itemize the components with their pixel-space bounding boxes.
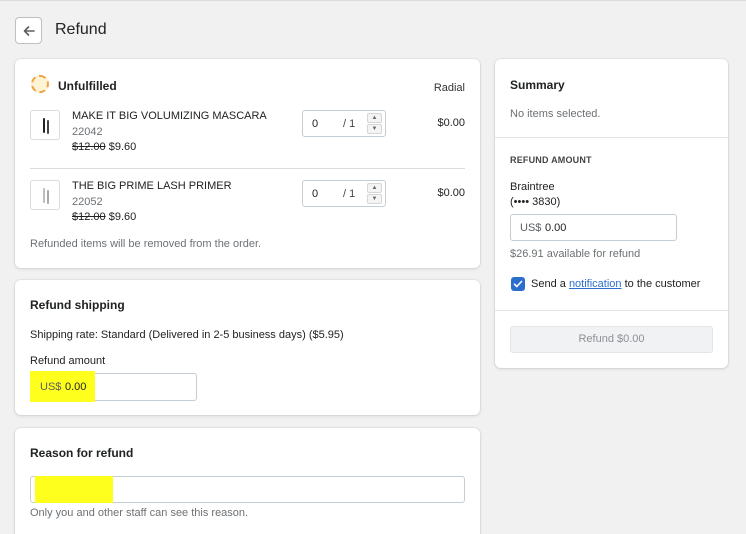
- product-thumbnail: [30, 180, 60, 210]
- shipping-refund-value[interactable]: 0.00: [65, 381, 86, 393]
- shipping-rate: Shipping rate: Standard (Delivered in 2-…: [30, 329, 344, 341]
- item-price: $12.00 $9.60: [72, 211, 136, 223]
- reason-title: Reason for refund: [30, 446, 134, 460]
- shipping-title: Refund shipping: [30, 298, 125, 312]
- notify-checkbox[interactable]: [511, 277, 525, 291]
- currency-prefix: US$: [520, 222, 542, 234]
- payment-gateway: Braintree: [510, 181, 555, 193]
- divider: [495, 310, 728, 311]
- reason-input[interactable]: [30, 476, 465, 503]
- unfulfilled-status-icon: [31, 75, 49, 93]
- currency-prefix: US$: [40, 381, 62, 393]
- notify-prefix: Send a: [531, 278, 566, 290]
- product-thumbnail: [30, 110, 60, 140]
- notify-label: Send a notification to the customer: [531, 278, 700, 290]
- highlight-mark: [35, 476, 113, 503]
- decrement-icon[interactable]: ▼: [367, 124, 382, 134]
- original-price: $12.00: [72, 211, 106, 223]
- sale-price: $9.60: [108, 211, 137, 223]
- divider: [495, 137, 728, 138]
- location-label: Radial: [433, 82, 465, 94]
- item-sku: 22052: [72, 196, 103, 208]
- summary-empty-text: No items selected.: [510, 108, 601, 120]
- line-item: THE BIG PRIME LASH PRIMER 22052 $12.00 $…: [30, 180, 465, 240]
- refund-amount-value[interactable]: 0.00: [545, 222, 566, 234]
- reason-card: Reason for refund Only you and other sta…: [15, 428, 480, 534]
- reason-note: Only you and other staff can see this re…: [30, 507, 249, 519]
- original-price: $12.00: [72, 141, 106, 153]
- checkmark-icon: [513, 280, 523, 288]
- decrement-icon[interactable]: ▼: [367, 194, 382, 204]
- summary-title: Summary: [510, 78, 565, 92]
- item-name[interactable]: THE BIG PRIME LASH PRIMER: [72, 180, 232, 192]
- increment-icon[interactable]: ▲: [367, 183, 382, 193]
- increment-icon[interactable]: ▲: [367, 113, 382, 123]
- quantity-value[interactable]: 0: [312, 118, 318, 130]
- refund-button[interactable]: Refund $0.00: [510, 326, 713, 353]
- item-sku: 22042: [72, 126, 103, 138]
- refund-shipping-card: Refund shipping Shipping rate: Standard …: [15, 280, 480, 415]
- page-title: Refund: [55, 21, 107, 38]
- quantity-max: / 1: [343, 188, 356, 200]
- line-item: MAKE IT BIG VOLUMIZING MASCARA 22042 $12…: [30, 110, 465, 170]
- item-price: $12.00 $9.60: [72, 141, 136, 153]
- refund-amount-label: Refund amount: [30, 355, 106, 367]
- available-for-refund: $26.91 available for refund: [510, 248, 641, 260]
- unfulfilled-title: Unfulfilled: [58, 79, 117, 93]
- item-refund-total: $0.00: [437, 117, 465, 129]
- refund-amount-input[interactable]: US$ 0.00: [510, 214, 677, 241]
- item-refund-total: $0.00: [437, 187, 465, 199]
- card-number: (•••• 3830): [510, 196, 561, 208]
- summary-card: Summary No items selected. REFUND AMOUNT…: [495, 59, 728, 368]
- unfulfilled-note: Refunded items will be removed from the …: [30, 238, 262, 250]
- back-button[interactable]: [15, 17, 42, 44]
- refund-amount-heading: REFUND AMOUNT: [510, 155, 592, 165]
- quantity-value[interactable]: 0: [312, 188, 318, 200]
- sale-price: $9.60: [108, 141, 137, 153]
- notification-link[interactable]: notification: [569, 278, 622, 290]
- shipping-refund-input[interactable]: US$ 0.00: [30, 371, 197, 402]
- unfulfilled-card: Unfulfilled Radial MAKE IT BIG VOLUMIZIN…: [15, 59, 480, 268]
- notify-suffix: to the customer: [624, 278, 701, 290]
- quantity-max: / 1: [343, 118, 356, 130]
- item-name[interactable]: MAKE IT BIG VOLUMIZING MASCARA: [72, 110, 267, 122]
- arrow-left-icon: [23, 25, 35, 36]
- quantity-stepper[interactable]: 0 / 1 ▲ ▼: [302, 180, 386, 207]
- quantity-stepper[interactable]: 0 / 1 ▲ ▼: [302, 110, 386, 137]
- divider: [30, 168, 465, 169]
